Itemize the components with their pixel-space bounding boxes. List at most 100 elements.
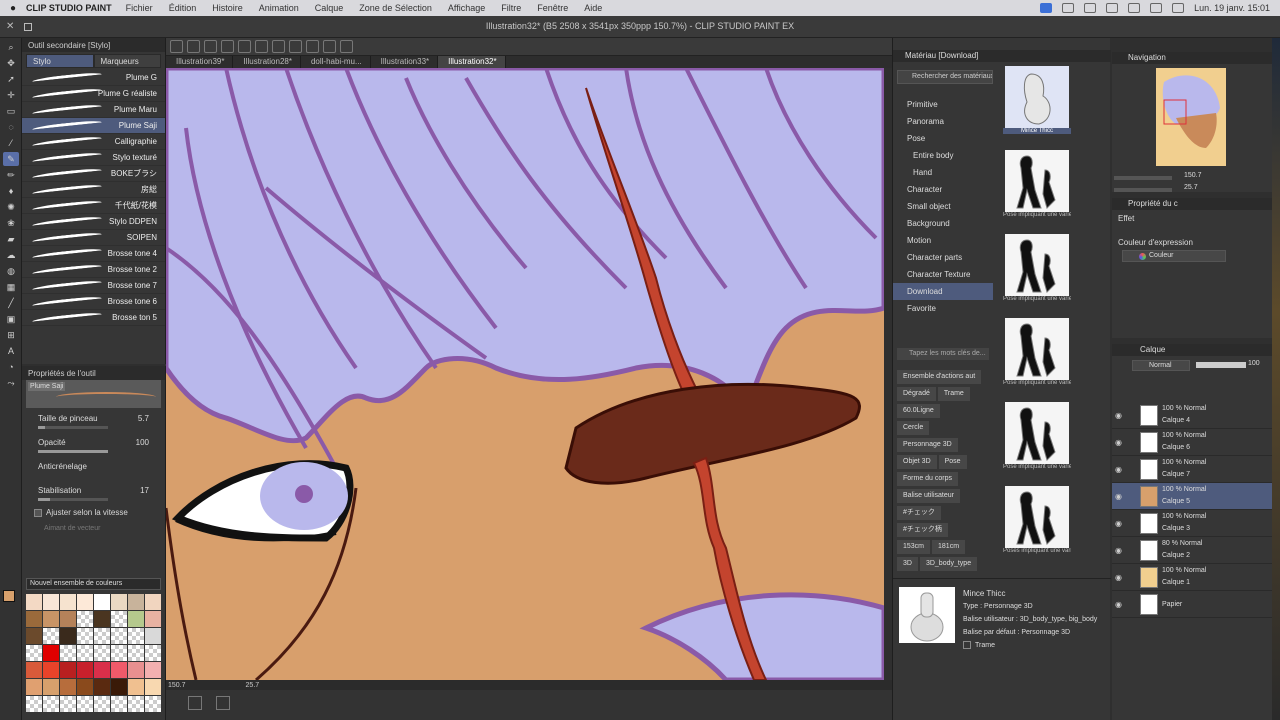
- brush-size-slider[interactable]: [38, 426, 108, 429]
- color-swatch[interactable]: [26, 611, 42, 627]
- app-menu[interactable]: CLIP STUDIO PAINT: [26, 3, 112, 13]
- brush-size-value[interactable]: 5.7: [138, 414, 149, 423]
- material-tag[interactable]: 60.0Ligne: [897, 404, 940, 418]
- apple-icon[interactable]: ●: [0, 3, 26, 14]
- color-swatch[interactable]: [111, 611, 127, 627]
- material-tag[interactable]: 153cm: [897, 540, 931, 554]
- color-swatch[interactable]: [94, 662, 110, 678]
- color-swatch[interactable]: [43, 696, 59, 712]
- menu-filtre[interactable]: Filtre: [501, 3, 521, 13]
- color-swatch[interactable]: [60, 594, 76, 610]
- color-swatch[interactable]: [43, 594, 59, 610]
- zoom-icon[interactable]: ⌕: [3, 40, 19, 54]
- color-swatch[interactable]: [60, 628, 76, 644]
- selection-icon[interactable]: ▭: [3, 104, 19, 118]
- eye-icon[interactable]: ◉: [1115, 411, 1122, 420]
- material-tag[interactable]: Personnage 3D: [897, 438, 958, 452]
- material-tag[interactable]: #チェック柄: [897, 523, 948, 537]
- lasso-icon[interactable]: ◌: [3, 120, 19, 134]
- color-swatch[interactable]: [111, 594, 127, 610]
- material-tree-item[interactable]: Small object: [893, 198, 993, 215]
- new-icon[interactable]: [170, 40, 183, 53]
- brush-item[interactable]: SOIPEN: [22, 230, 165, 246]
- navigator-zoom-slider[interactable]: [1114, 176, 1172, 180]
- material-tree-item[interactable]: Character Texture: [893, 266, 993, 283]
- clipboard-icon[interactable]: [1062, 3, 1075, 13]
- color-swatch[interactable]: [128, 679, 144, 695]
- layer-row[interactable]: ◉ 80 % Normal Calque 2: [1112, 537, 1272, 564]
- material-tag[interactable]: Cercle: [897, 421, 930, 435]
- menu-fichier[interactable]: Fichier: [126, 3, 153, 13]
- brush-item[interactable]: 房総: [22, 182, 165, 198]
- speed-checkbox-row[interactable]: Ajuster selon la vitesse: [34, 508, 165, 517]
- material-tree-item[interactable]: Panorama: [893, 113, 993, 130]
- material-tree-item[interactable]: Favorite: [893, 300, 993, 317]
- actual-size-icon[interactable]: [216, 696, 230, 710]
- material-thumbnail[interactable]: Pose impliquant une variét: [1003, 402, 1071, 486]
- brush-item[interactable]: Calligraphie: [22, 134, 165, 150]
- color-swatch[interactable]: [128, 628, 144, 644]
- color-swatch[interactable]: [26, 662, 42, 678]
- text-icon[interactable]: A: [3, 344, 19, 358]
- clear-icon[interactable]: [255, 40, 268, 53]
- document-tab[interactable]: Illustration28*: [233, 56, 301, 68]
- move-layer-icon[interactable]: ✛: [3, 88, 19, 102]
- balloon-icon[interactable]: ◔: [3, 360, 19, 374]
- operation-icon[interactable]: ➚: [3, 72, 19, 86]
- color-swatch[interactable]: [145, 611, 161, 627]
- trame-checkbox[interactable]: [963, 641, 971, 650]
- material-tag[interactable]: #チェック: [897, 506, 941, 520]
- navigator-angle-slider[interactable]: [1114, 188, 1172, 192]
- layer-opacity-slider[interactable]: [1196, 362, 1246, 368]
- expression-color-select[interactable]: Couleur: [1122, 250, 1226, 262]
- color-swatch[interactable]: [77, 662, 93, 678]
- layer-row[interactable]: ◉ 100 % Normal Calque 6: [1112, 429, 1272, 456]
- color-swatch[interactable]: [94, 611, 110, 627]
- color-swatch[interactable]: [111, 645, 127, 661]
- fit-screen-icon[interactable]: [188, 696, 202, 710]
- color-swatch[interactable]: [77, 611, 93, 627]
- blend-icon[interactable]: ☁: [3, 248, 19, 262]
- color-set-selector[interactable]: Nouvel ensemble de couleurs: [26, 578, 161, 590]
- eye-icon[interactable]: ◉: [1115, 438, 1122, 447]
- color-swatch[interactable]: [60, 662, 76, 678]
- layer-row[interactable]: ◉ 100 % Normal Calque 5: [1112, 483, 1272, 510]
- move-icon[interactable]: ✥: [3, 56, 19, 70]
- color-swatch[interactable]: [60, 645, 76, 661]
- document-tab[interactable]: Illustration32*: [438, 56, 506, 68]
- snap-grid-icon[interactable]: [340, 40, 353, 53]
- redo-icon[interactable]: [238, 40, 251, 53]
- control-center-icon[interactable]: [1172, 3, 1185, 13]
- color-swatch[interactable]: [128, 594, 144, 610]
- pencil-icon[interactable]: ✏: [3, 168, 19, 182]
- materials-search-input[interactable]: Rechercher des matériaux su: [897, 70, 993, 84]
- menu-calque[interactable]: Calque: [315, 3, 344, 13]
- wifi-icon[interactable]: [1128, 3, 1141, 13]
- eye-icon[interactable]: ◉: [1115, 546, 1122, 555]
- color-swatch[interactable]: [145, 696, 161, 712]
- eyedropper-icon[interactable]: ⁄: [3, 136, 19, 150]
- color-swatch[interactable]: [145, 645, 161, 661]
- brush-item[interactable]: Brosse ton 5: [22, 310, 165, 326]
- color-swatch[interactable]: [145, 594, 161, 610]
- color-swatch[interactable]: [94, 696, 110, 712]
- color-swatch[interactable]: [77, 628, 93, 644]
- opacity-value[interactable]: 100: [136, 438, 149, 447]
- color-swatch[interactable]: [111, 696, 127, 712]
- color-swatch[interactable]: [111, 679, 127, 695]
- menu-aide[interactable]: Aide: [584, 3, 602, 13]
- figure-icon[interactable]: ╱: [3, 296, 19, 310]
- eye-icon[interactable]: ◉: [1115, 573, 1122, 582]
- menu-histoire[interactable]: Histoire: [212, 3, 243, 13]
- material-thumbnail[interactable]: Poses impliquant une variét: [1003, 486, 1071, 570]
- eraser-icon[interactable]: ▰: [3, 232, 19, 246]
- tab-marqueurs[interactable]: Marqueurs: [93, 54, 161, 68]
- screen-icon[interactable]: [1040, 3, 1053, 13]
- color-swatch[interactable]: [26, 696, 42, 712]
- invert-selection-icon[interactable]: [306, 40, 319, 53]
- stabilization-value[interactable]: 17: [140, 486, 149, 495]
- menu-fenetre[interactable]: Fenêtre: [537, 3, 568, 13]
- brush-item[interactable]: Stylo DDPEN: [22, 214, 165, 230]
- opacity-row[interactable]: Opacité 100: [38, 438, 155, 456]
- color-swatch[interactable]: [128, 696, 144, 712]
